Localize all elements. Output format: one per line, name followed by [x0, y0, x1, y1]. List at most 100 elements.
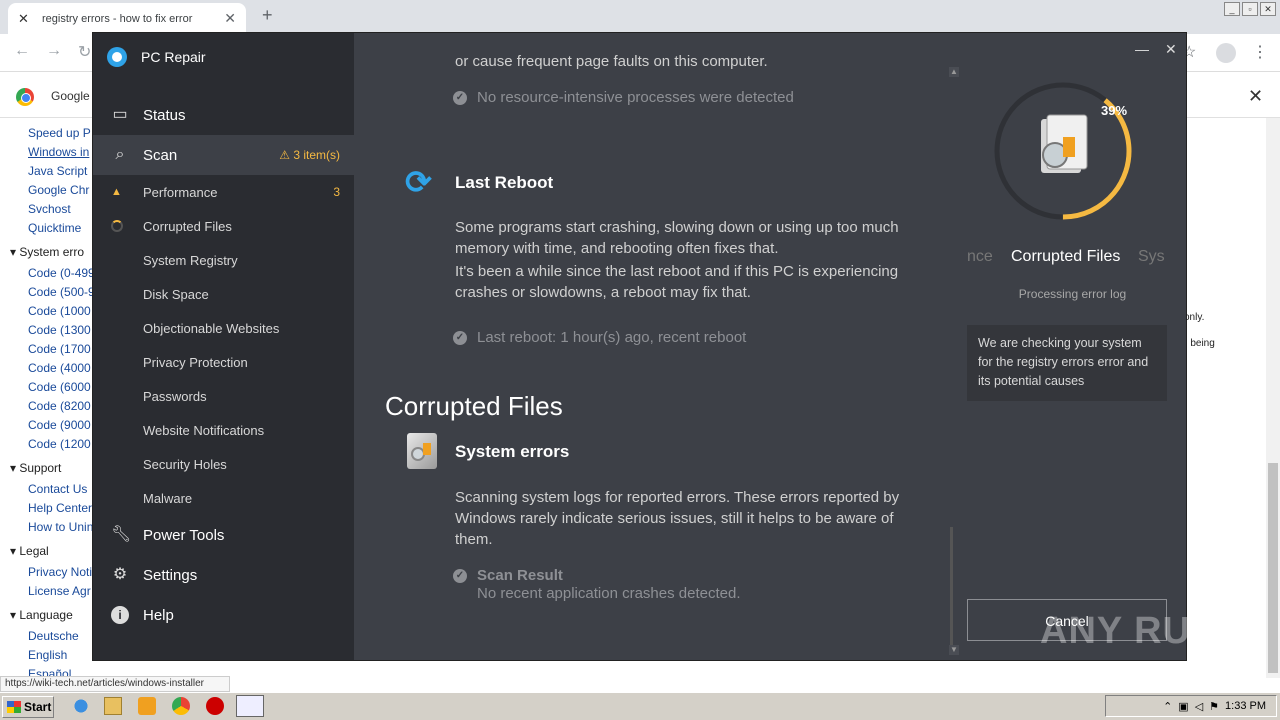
- processing-status: Processing error log: [1018, 287, 1127, 301]
- forward-icon[interactable]: →: [46, 42, 62, 60]
- language-link[interactable]: Deutsche: [28, 629, 79, 643]
- start-label: Start: [24, 700, 52, 714]
- restore-button[interactable]: ▫: [1242, 2, 1258, 16]
- language-link[interactable]: English: [28, 648, 67, 662]
- chrome-icon: [16, 88, 34, 106]
- code-link[interactable]: Code (4000: [28, 361, 91, 375]
- nav-scan[interactable]: ⌕ Scan ⚠ 3 item(s): [93, 135, 354, 175]
- support-link[interactable]: Contact Us: [28, 482, 87, 496]
- close-window-button[interactable]: ✕: [1260, 2, 1276, 16]
- system-tray: ⌃ ▣ ◁ ⚑ 1:33 PM: [1105, 695, 1277, 717]
- support-link[interactable]: How to Unin: [28, 520, 92, 534]
- scan-item-performance[interactable]: ▲ Performance 3: [93, 175, 354, 209]
- code-link[interactable]: Code (1700: [28, 342, 91, 356]
- section-legal-heading[interactable]: ▾ Legal: [10, 544, 49, 558]
- minimize-button[interactable]: _: [1224, 2, 1240, 16]
- opera-icon[interactable]: [206, 697, 224, 715]
- flag-icon[interactable]: ⚑: [1209, 700, 1219, 713]
- reboot-desc-line: crashes or slowdowns, a reboot may fix t…: [455, 284, 751, 301]
- window-controls: _ ▫ ✕: [1224, 2, 1276, 16]
- code-link[interactable]: Code (1000: [28, 304, 91, 318]
- network-icon[interactable]: ▣: [1178, 700, 1188, 713]
- carousel-next: Sys: [1138, 248, 1165, 265]
- page-link[interactable]: Java Script: [28, 164, 87, 178]
- webpage-sidebar: Speed up P Windows in Java Script Google…: [0, 118, 92, 678]
- section-language-heading[interactable]: ▾ Language: [10, 608, 73, 622]
- legal-link[interactable]: Privacy Noti: [28, 565, 92, 579]
- scan-item-label: Malware: [143, 490, 193, 506]
- code-link[interactable]: Code (9000: [28, 418, 91, 432]
- last-reboot-title: Last Reboot: [455, 173, 554, 192]
- scan-item-privacy-protection[interactable]: Privacy Protection: [93, 345, 354, 379]
- page-link[interactable]: Google Chr: [28, 183, 89, 197]
- check-icon: ✓: [453, 91, 467, 105]
- support-link[interactable]: Help Center: [28, 501, 92, 515]
- partial-text: or cause frequent page faults on this co…: [455, 53, 768, 70]
- infobar-close-icon[interactable]: ✕: [1248, 86, 1263, 107]
- legal-link[interactable]: License Agr: [28, 584, 91, 598]
- monitor-icon: ▭: [112, 106, 128, 123]
- back-icon[interactable]: ←: [14, 42, 30, 60]
- scan-item-disk-space[interactable]: Disk Space: [93, 277, 354, 311]
- scan-file-icon: [1041, 114, 1088, 173]
- page-link[interactable]: Svchost: [28, 202, 71, 216]
- code-link[interactable]: Code (1300: [28, 323, 91, 337]
- scan-item-label: Disk Space: [143, 286, 209, 302]
- nav-settings[interactable]: ⚙ Settings: [93, 555, 354, 595]
- section-support-label: Support: [19, 461, 62, 475]
- pcrepair-taskbar-icon[interactable]: [236, 695, 264, 717]
- section-system-heading[interactable]: ▾ System erro: [10, 245, 84, 259]
- gear-icon: ⚙: [112, 566, 128, 583]
- page-link[interactable]: Speed up P: [28, 126, 91, 140]
- code-link[interactable]: Code (0-499: [28, 266, 92, 280]
- chrome-taskbar-icon[interactable]: [172, 697, 190, 715]
- explorer-icon[interactable]: [104, 697, 122, 715]
- watermark-logo: ANY RUN: [1040, 610, 1220, 652]
- code-link[interactable]: Code (8200: [28, 399, 91, 413]
- reload-icon[interactable]: ↻: [78, 42, 91, 62]
- page-scrollbar[interactable]: [1266, 118, 1280, 678]
- tab-close-icon[interactable]: ✕: [224, 10, 236, 27]
- scan-item-website-notifications[interactable]: Website Notifications: [93, 413, 354, 447]
- browser-tab[interactable]: ✕ registry errors - how to fix error ✕: [8, 3, 246, 34]
- scrollbar-thumb[interactable]: [1268, 463, 1278, 673]
- content-scrollbar[interactable]: ▲ ▼: [949, 67, 959, 659]
- close-icon[interactable]: ✕: [1165, 41, 1177, 58]
- code-link[interactable]: Code (500-9: [28, 285, 92, 299]
- info-note: We are checking your system for the regi…: [967, 325, 1167, 401]
- tray-arrow-icon[interactable]: ⌃: [1163, 700, 1172, 713]
- nav-status[interactable]: ▭ Status: [93, 95, 354, 135]
- section-support-heading[interactable]: ▾ Support: [10, 461, 61, 475]
- media-icon[interactable]: [138, 697, 156, 715]
- spinner-icon: [111, 220, 123, 232]
- menu-icon[interactable]: ⋮: [1252, 42, 1268, 62]
- page-link[interactable]: Windows in: [28, 145, 89, 159]
- scan-item-passwords[interactable]: Passwords: [93, 379, 354, 413]
- profile-avatar[interactable]: [1216, 43, 1236, 63]
- nav-power-tools[interactable]: 🔧︎ Power Tools: [93, 515, 354, 555]
- code-link[interactable]: Code (6000: [28, 380, 91, 394]
- nav-help[interactable]: i Help: [93, 595, 354, 635]
- app-logo-icon: [107, 47, 127, 67]
- no-resource-text: No resource-intensive processes were det…: [477, 89, 794, 106]
- new-tab-button[interactable]: +: [262, 5, 273, 26]
- start-button[interactable]: Start: [2, 696, 54, 718]
- tab-title: registry errors - how to fix error: [42, 12, 193, 25]
- content-scroll-thumb[interactable]: [950, 527, 953, 647]
- sys-desc-line: Scanning system logs for reported errors…: [455, 489, 900, 506]
- code-link[interactable]: Code (1200: [28, 437, 91, 451]
- scan-item-system-registry[interactable]: System Registry: [93, 243, 354, 277]
- section-system-label: System erro: [19, 245, 85, 259]
- scan-item-corrupted-files[interactable]: Corrupted Files: [93, 209, 354, 243]
- ie-icon[interactable]: [72, 697, 90, 715]
- minimize-icon[interactable]: —: [1135, 41, 1149, 57]
- section-heading: Corrupted Files: [385, 391, 563, 421]
- progress-panel: — ✕ 39% nce Corrupted Files Sys Processi…: [957, 33, 1186, 660]
- volume-icon[interactable]: ◁: [1195, 700, 1203, 713]
- scan-item-security-holes[interactable]: Security Holes: [93, 447, 354, 481]
- page-link[interactable]: Quicktime: [28, 221, 81, 235]
- bookmark-google[interactable]: Google: [51, 89, 90, 103]
- scan-item-label: Corrupted Files: [143, 218, 232, 234]
- scan-item-objectionable-websites[interactable]: Objectionable Websites: [93, 311, 354, 345]
- scan-item-malware[interactable]: Malware: [93, 481, 354, 515]
